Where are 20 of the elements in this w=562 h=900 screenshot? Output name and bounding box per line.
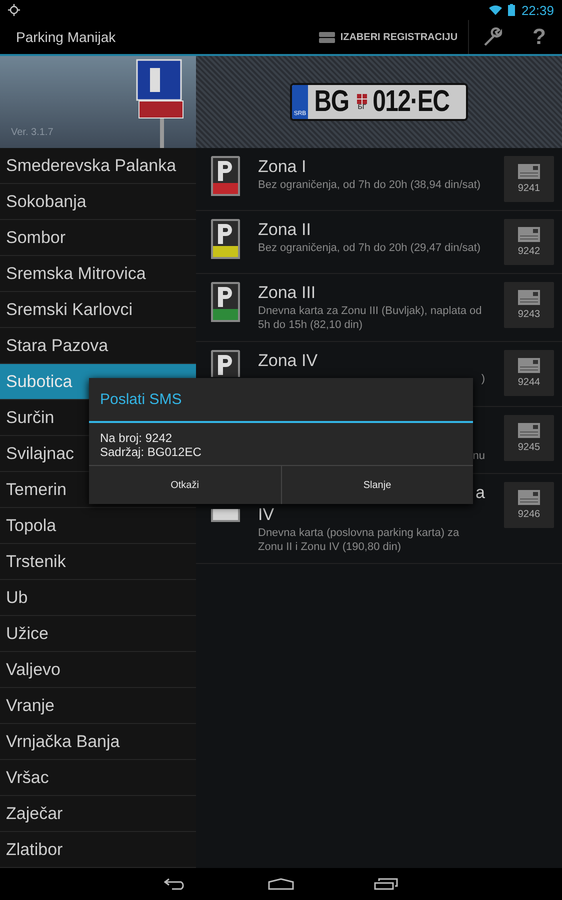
- dialog-text: Sadržaj: BG012EC: [100, 445, 202, 459]
- version-label: Ver. 3.1.7: [11, 127, 54, 138]
- dialog-title: Poslati SMS: [89, 378, 473, 423]
- zone-description: nu: [472, 449, 485, 463]
- zone-title: Zona IV: [258, 350, 319, 372]
- clock-time: 22:39: [521, 2, 554, 18]
- zone-title: Zona II: [258, 219, 312, 241]
- plate-number: 012·EC: [372, 85, 450, 119]
- dialog-text: Na broj: 9242: [100, 431, 174, 445]
- app-title: Parking Manijak: [15, 29, 117, 45]
- zone-description: Dnevna karta za Zonu III (Buvljak), naplata od 5h do 15h (82,10 din): [258, 304, 483, 332]
- zone-title: a: [476, 482, 485, 504]
- plate-city: BG: [314, 85, 349, 119]
- zone-description: Dnevna karta (poslovna parking karta) za Zonu II i Zonu IV (190,80 din): [258, 526, 460, 554]
- zone-description: Bez ograničenja, od 7h do 20h (29,47 din/sat): [258, 241, 482, 255]
- zone-title: IV: [258, 504, 276, 526]
- zone-title: Zona I: [258, 156, 308, 178]
- zone-description: Bez ograničenja, od 7h do 20h (38,94 din/sat): [258, 178, 482, 192]
- zone-description: ): [481, 372, 485, 386]
- zone-title: Zona III: [258, 282, 317, 304]
